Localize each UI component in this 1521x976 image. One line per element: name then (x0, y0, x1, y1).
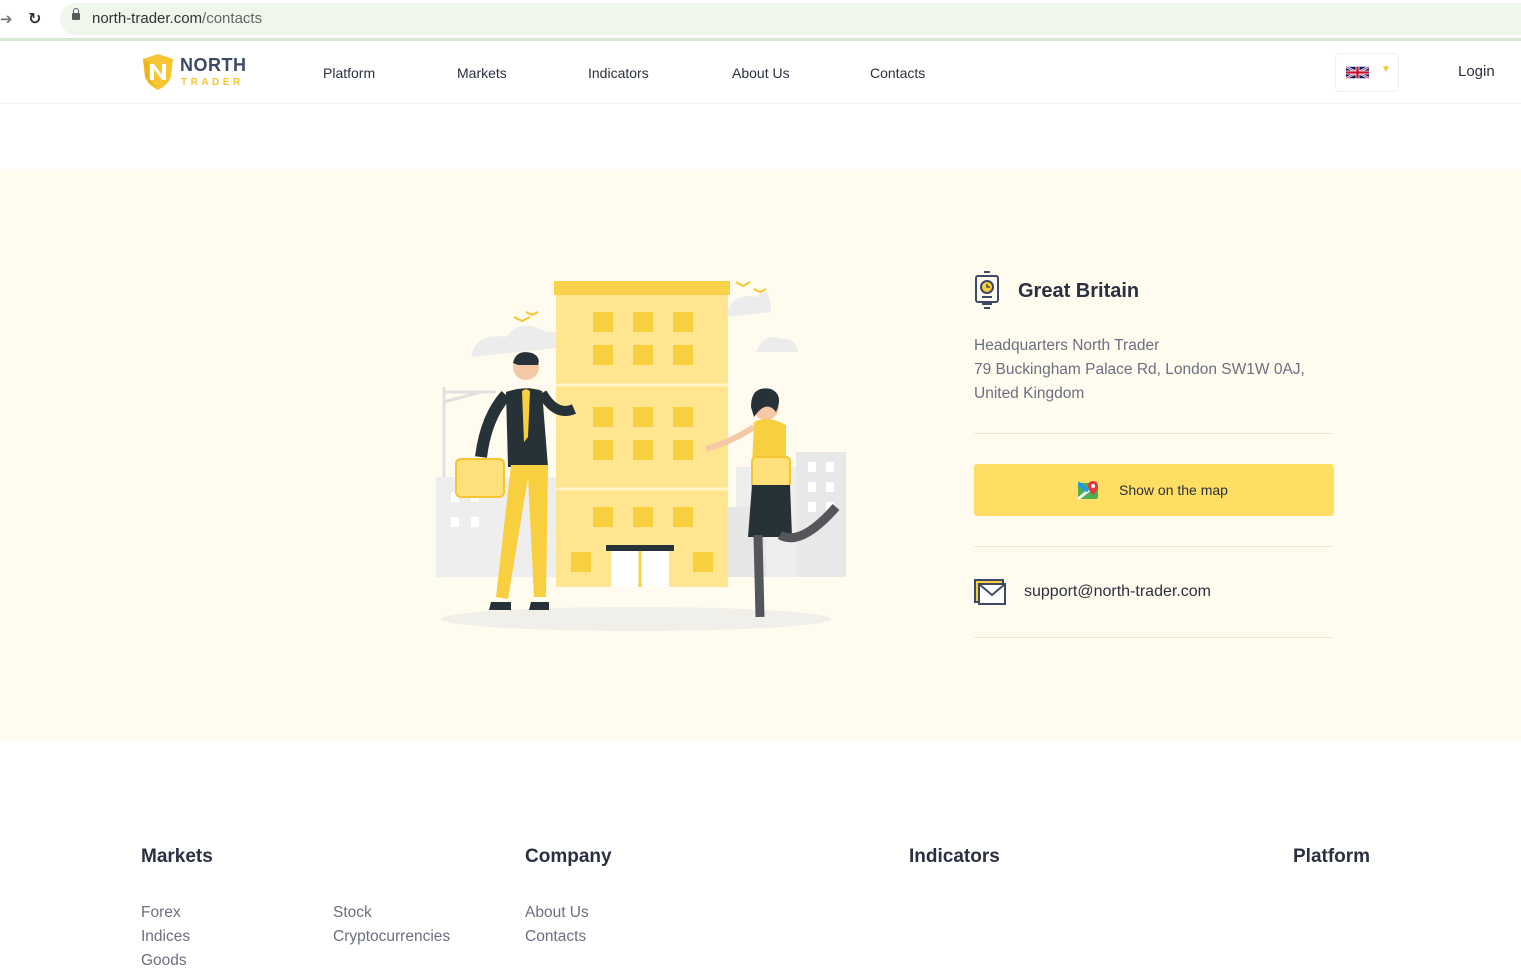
uk-flag-icon (1346, 65, 1369, 80)
envelope-icon (974, 579, 1006, 605)
nav-platform[interactable]: Platform (323, 65, 375, 81)
footer-link-contacts[interactable]: Contacts (525, 928, 586, 946)
login-link[interactable]: Login (1458, 63, 1495, 80)
site-header: NORTH TRADER Platform Markets Indicators… (0, 41, 1521, 104)
footer-heading-platform[interactable]: Platform (1293, 846, 1370, 868)
office-building-illustration (436, 281, 846, 631)
chevron-down-icon: ▼ (1381, 64, 1391, 75)
footer-link-stock[interactable]: Stock (333, 904, 372, 922)
footer-link-forex[interactable]: Forex (141, 904, 181, 922)
google-maps-icon (1078, 481, 1099, 501)
logo-text-north: NORTH (180, 55, 247, 75)
contact-section: Great Britain Headquarters North Trader … (0, 169, 1521, 741)
footer-heading-markets: Markets (141, 846, 213, 867)
logo-text-trader: TRADER (181, 77, 244, 88)
url-domain: north-trader.com (92, 10, 203, 27)
nav-contacts[interactable]: Contacts (870, 65, 925, 81)
address-line: United Kingdom (974, 385, 1085, 402)
footer-heading-indicators[interactable]: Indicators (909, 846, 1000, 868)
forward-arrow-icon[interactable]: ➔ (0, 10, 13, 28)
footer-link-about-us[interactable]: About Us (525, 904, 589, 922)
footer-link-cryptocurrencies[interactable]: Cryptocurrencies (333, 928, 450, 946)
url-path: /contacts (202, 10, 263, 27)
footer-link-indices[interactable]: Indices (141, 928, 190, 946)
shield-logo-icon (143, 54, 173, 90)
show-on-map-label: Show on the map (1119, 482, 1228, 498)
map-pin-clock-icon (975, 271, 999, 309)
address-bar[interactable]: north-trader.com/contacts (60, 3, 1521, 35)
nav-indicators[interactable]: Indicators (588, 65, 649, 81)
reload-icon[interactable]: ↻ (28, 9, 41, 29)
address-line: 79 Buckingham Palace Rd, London SW1W 0AJ… (974, 361, 1305, 378)
browser-toolbar: ➔ ↻ north-trader.com/contacts (0, 0, 1521, 41)
divider (974, 546, 1334, 547)
language-selector[interactable]: ▼ (1335, 53, 1399, 92)
address-block: Headquarters North Trader 79 Buckingham … (974, 334, 1305, 406)
show-on-map-button[interactable]: Show on the map (974, 464, 1334, 516)
footer-heading-company: Company (525, 846, 612, 867)
divider (974, 433, 1334, 434)
support-email-link[interactable]: support@north-trader.com (1024, 583, 1211, 601)
address-line: Headquarters North Trader (974, 337, 1160, 354)
nav-markets[interactable]: Markets (457, 65, 507, 81)
lock-icon (72, 8, 80, 20)
footer-link-goods[interactable]: Goods (141, 952, 187, 970)
divider (974, 637, 1334, 638)
nav-about-us[interactable]: About Us (732, 65, 790, 81)
url-text[interactable]: north-trader.com/contacts (92, 10, 262, 27)
country-title: Great Britain (1018, 280, 1140, 302)
logo[interactable]: NORTH TRADER (141, 51, 251, 93)
